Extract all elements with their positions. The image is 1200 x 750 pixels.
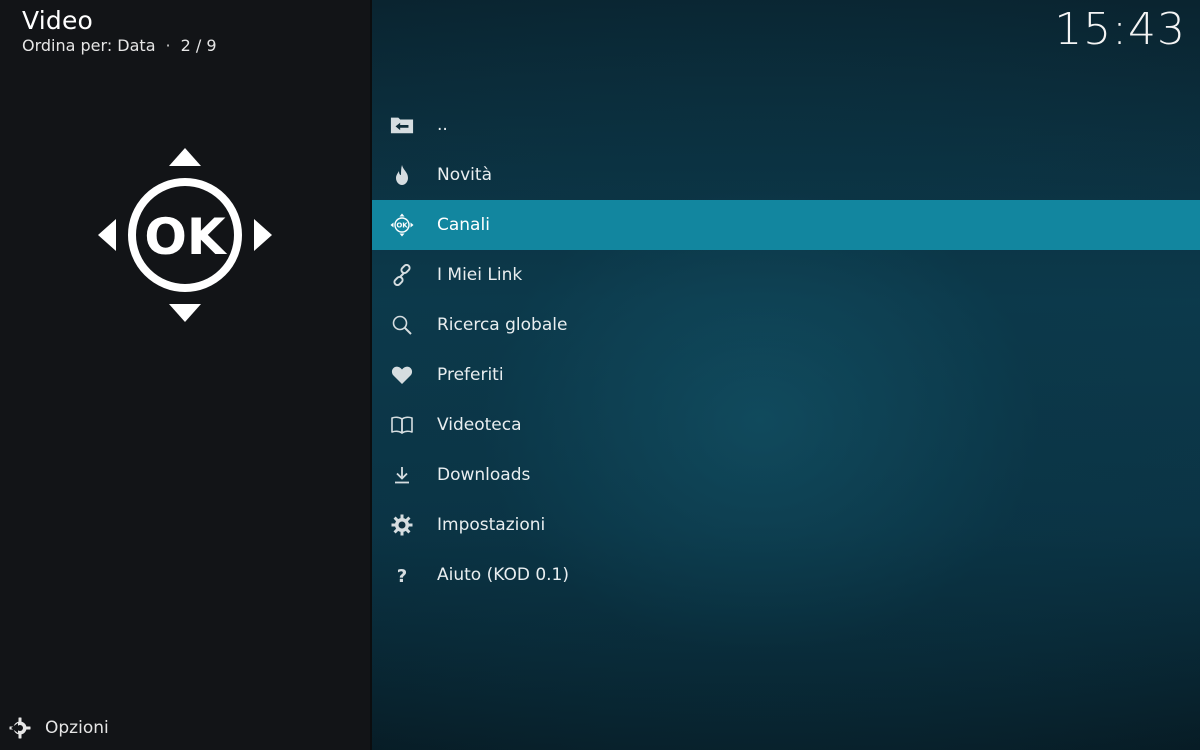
options-icon [8, 716, 32, 740]
menu-item-parent-folder[interactable]: .. [372, 100, 1200, 150]
menu-item-label: Downloads [437, 465, 531, 485]
folder-back-icon [390, 113, 414, 137]
menu-item-preferiti[interactable]: Preferiti [372, 350, 1200, 400]
ok-text: OK [144, 208, 228, 266]
book-icon [390, 413, 414, 437]
separator-dot: · [165, 36, 171, 55]
menu-item-canali[interactable]: OK Canali [372, 200, 1200, 250]
search-icon [390, 313, 414, 337]
menu-item-aiuto[interactable]: ? Aiuto (KOD 0.1) [372, 550, 1200, 600]
item-position: 2 / 9 [180, 36, 217, 55]
heart-icon [390, 363, 414, 387]
menu-item-impostazioni[interactable]: Impostazioni [372, 500, 1200, 550]
svg-text:?: ? [397, 566, 407, 585]
menu-item-miei-link[interactable]: I Miei Link [372, 250, 1200, 300]
menu-item-label: Canali [437, 215, 490, 235]
ok-text-small: OK [396, 222, 408, 230]
menu-item-label: Ricerca globale [437, 315, 568, 335]
menu-item-label: Aiuto (KOD 0.1) [437, 565, 569, 585]
gear-icon [390, 513, 414, 537]
menu-item-novita[interactable]: Novità [372, 150, 1200, 200]
link-icon [390, 263, 414, 287]
question-icon: ? [390, 563, 414, 587]
menu-item-label: Videoteca [437, 415, 522, 435]
page-title: Video [22, 6, 94, 35]
menu-item-downloads[interactable]: Downloads [372, 450, 1200, 500]
dpad-ok-icon: OK [390, 213, 414, 237]
sort-label: Ordina per: Data [22, 36, 156, 55]
menu-item-label: Novità [437, 165, 492, 185]
header-subtitle: Ordina per: Data · 2 / 9 [22, 36, 217, 55]
dpad-ok-icon: OK [96, 146, 274, 324]
menu-item-ricerca-globale[interactable]: Ricerca globale [372, 300, 1200, 350]
menu-item-label: I Miei Link [437, 265, 523, 285]
menu-list: .. Novità OK Canali I Miei Link Ricerca … [372, 100, 1200, 600]
menu-item-label: Impostazioni [437, 515, 546, 535]
menu-item-videoteca[interactable]: Videoteca [372, 400, 1200, 450]
kodi-video-screen: Video Ordina per: Data · 2 / 9 OK Opzion… [0, 0, 1200, 750]
left-info-panel: Video Ordina per: Data · 2 / 9 OK Opzion… [0, 0, 372, 750]
download-icon [390, 463, 414, 487]
menu-item-label: Preferiti [437, 365, 504, 385]
options-button[interactable]: Opzioni [8, 716, 109, 740]
menu-item-label: .. [437, 115, 448, 135]
options-label: Opzioni [45, 718, 109, 738]
clock: 15:43 [1054, 4, 1186, 55]
flame-icon [390, 163, 414, 187]
